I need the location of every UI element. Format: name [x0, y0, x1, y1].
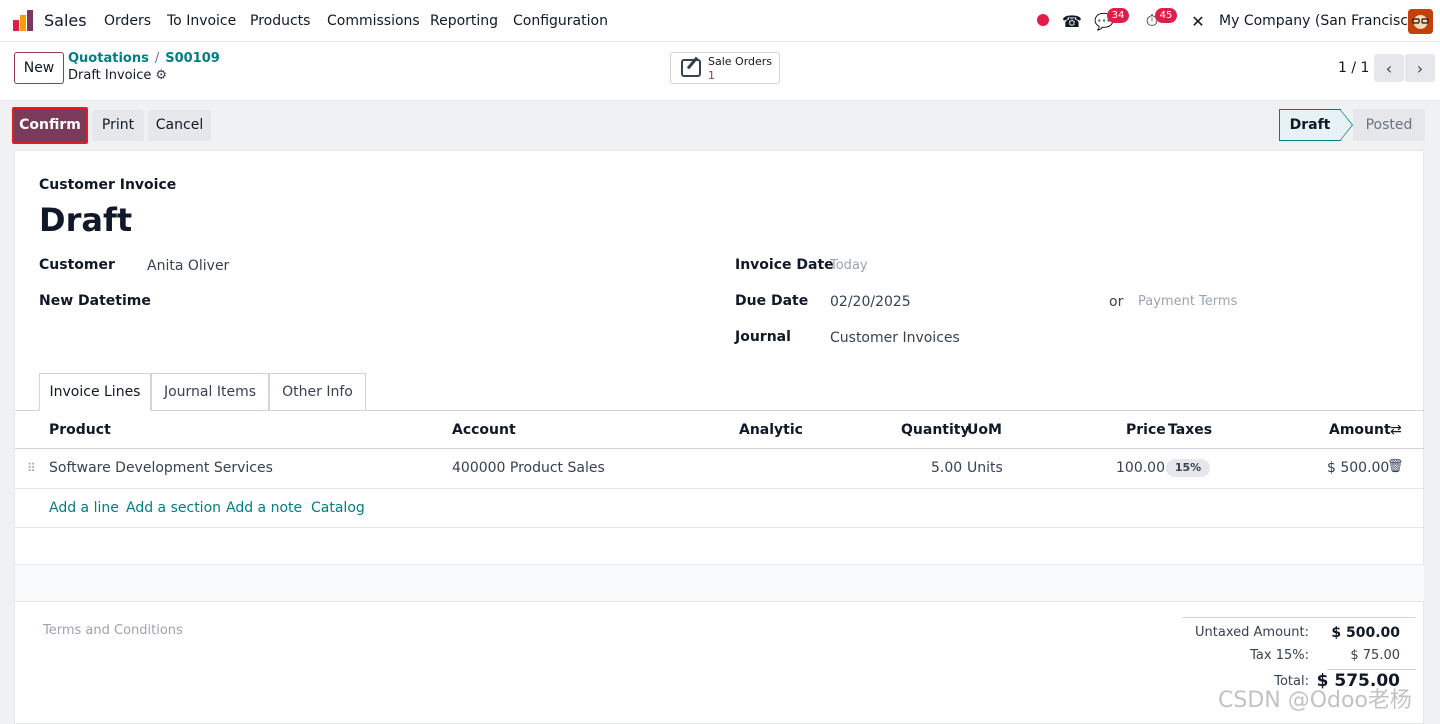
- edit-icon: [681, 59, 701, 77]
- line-product[interactable]: Software Development Services: [49, 460, 273, 476]
- tab-invoice-lines[interactable]: Invoice Lines: [39, 373, 151, 411]
- breadcrumb-separator: /: [154, 51, 160, 66]
- untaxed-amount-label: Untaxed Amount:: [1195, 625, 1309, 640]
- table-header: Product Account Analytic Quantity UoM Pr…: [15, 411, 1424, 449]
- due-date-label: Due Date: [735, 293, 809, 309]
- payment-terms-field[interactable]: Payment Terms: [1138, 294, 1237, 309]
- new-datetime-label: New Datetime: [39, 293, 151, 309]
- drag-handle-icon[interactable]: ⠿: [27, 461, 36, 475]
- column-taxes[interactable]: Taxes: [1168, 422, 1212, 438]
- status-dot[interactable]: [1037, 14, 1049, 26]
- menu-to-invoice[interactable]: To Invoice: [167, 13, 236, 29]
- column-amount[interactable]: Amount: [1329, 422, 1391, 438]
- tax-value: $ 75.00: [1350, 648, 1400, 663]
- invoice-date-label: Invoice Date: [735, 257, 834, 273]
- column-uom[interactable]: UoM: [967, 422, 1002, 438]
- journal-label: Journal: [735, 329, 791, 345]
- pager-value[interactable]: 1 / 1: [1338, 60, 1369, 76]
- control-panel: New Quotations / S00109 Draft Invoice ⚙ Sal…: [0, 42, 1440, 101]
- terms-and-conditions-field[interactable]: Terms and Conditions: [43, 623, 183, 638]
- tools-icon[interactable]: ✕: [1187, 10, 1209, 32]
- add-note-link[interactable]: Add a note: [226, 500, 302, 516]
- phone-icon[interactable]: ☎: [1061, 10, 1083, 32]
- column-price[interactable]: Price: [1126, 422, 1166, 438]
- watermark: CSDN @Odoo老杨: [1218, 688, 1412, 713]
- pager-next-button[interactable]: ›: [1405, 54, 1435, 82]
- gear-icon[interactable]: ⚙: [155, 68, 167, 83]
- add-line-row: Add a line Add a section Add a note Cata…: [15, 489, 1424, 528]
- new-button[interactable]: New: [14, 52, 64, 84]
- add-line-link[interactable]: Add a line: [49, 500, 119, 516]
- column-analytic[interactable]: Analytic: [739, 422, 803, 438]
- line-quantity[interactable]: 5.00: [931, 460, 962, 476]
- menu-products[interactable]: Products: [250, 13, 310, 29]
- add-section-link[interactable]: Add a section: [126, 500, 221, 516]
- tax-badge[interactable]: 15%: [1166, 459, 1210, 477]
- trash-icon[interactable]: 🗑: [1387, 459, 1404, 474]
- catalog-link[interactable]: Catalog: [311, 500, 365, 516]
- invoice-form-sheet: Customer Invoice Draft Customer Anita Ol…: [14, 150, 1424, 724]
- tab-journal-items[interactable]: Journal Items: [151, 373, 269, 411]
- menu-configuration[interactable]: Configuration: [513, 13, 608, 29]
- due-date-field[interactable]: 02/20/2025: [830, 294, 911, 310]
- invoice-date-field[interactable]: Today: [830, 258, 868, 273]
- print-button[interactable]: Print: [92, 110, 144, 141]
- status-draft[interactable]: Draft: [1279, 109, 1341, 141]
- confirm-button[interactable]: Confirm: [12, 107, 88, 144]
- status-arrow-fill: [1340, 110, 1352, 140]
- activity-badge: 45: [1155, 8, 1177, 23]
- customer-label: Customer: [39, 257, 115, 273]
- menu-commissions[interactable]: Commissions: [327, 13, 420, 29]
- chat-badge: 34: [1107, 8, 1129, 23]
- menu-orders[interactable]: Orders: [104, 13, 151, 29]
- column-product[interactable]: Product: [49, 422, 111, 438]
- empty-row: [15, 565, 1424, 602]
- line-account[interactable]: 400000 Product Sales: [452, 460, 605, 476]
- user-avatar[interactable]: [1408, 9, 1433, 34]
- menu-reporting[interactable]: Reporting: [430, 13, 498, 29]
- column-quantity[interactable]: Quantity: [901, 422, 970, 438]
- totals-divider: [1182, 617, 1416, 618]
- record-name: Draft Invoice: [68, 68, 152, 83]
- breadcrumb: Quotations / S00109: [68, 51, 220, 66]
- smart-button-count: 1: [708, 69, 715, 82]
- tab-other-info[interactable]: Other Info: [269, 373, 366, 411]
- line-amount: $ 500.00: [1327, 460, 1390, 476]
- top-navbar: Sales Orders To Invoice Products Commiss…: [0, 0, 1440, 42]
- company-switcher[interactable]: My Company (San Francisco): [1219, 13, 1422, 29]
- or-label: or: [1109, 294, 1124, 310]
- cancel-button[interactable]: Cancel: [148, 110, 211, 141]
- page-title: Draft: [39, 201, 133, 239]
- app-name[interactable]: Sales: [44, 11, 87, 30]
- column-account[interactable]: Account: [452, 422, 516, 438]
- line-price[interactable]: 100.00: [1116, 460, 1165, 476]
- empty-row: [15, 528, 1424, 565]
- sales-app-logo[interactable]: [12, 10, 36, 32]
- breadcrumb-order[interactable]: S00109: [165, 51, 220, 66]
- journal-field[interactable]: Customer Invoices: [830, 330, 960, 346]
- document-type: Customer Invoice: [39, 177, 177, 193]
- record-subtitle: Draft Invoice ⚙: [68, 68, 167, 83]
- tax-label: Tax 15%:: [1250, 648, 1309, 663]
- total-divider: [1327, 669, 1416, 670]
- smart-button-label: Sale Orders: [708, 55, 773, 68]
- untaxed-amount-value: $ 500.00: [1331, 625, 1400, 641]
- optional-columns-icon[interactable]: ⇄: [1390, 422, 1402, 438]
- customer-field[interactable]: Anita Oliver: [147, 258, 229, 274]
- table-row[interactable]: ⠿ Software Development Services 400000 P…: [15, 449, 1424, 489]
- pager-previous-button[interactable]: ‹: [1374, 54, 1404, 82]
- line-uom[interactable]: Units: [967, 460, 1003, 476]
- sale-orders-smart-button[interactable]: Sale Orders 1: [670, 52, 780, 84]
- status-posted[interactable]: Posted: [1353, 109, 1425, 141]
- breadcrumb-quotations[interactable]: Quotations: [68, 51, 149, 66]
